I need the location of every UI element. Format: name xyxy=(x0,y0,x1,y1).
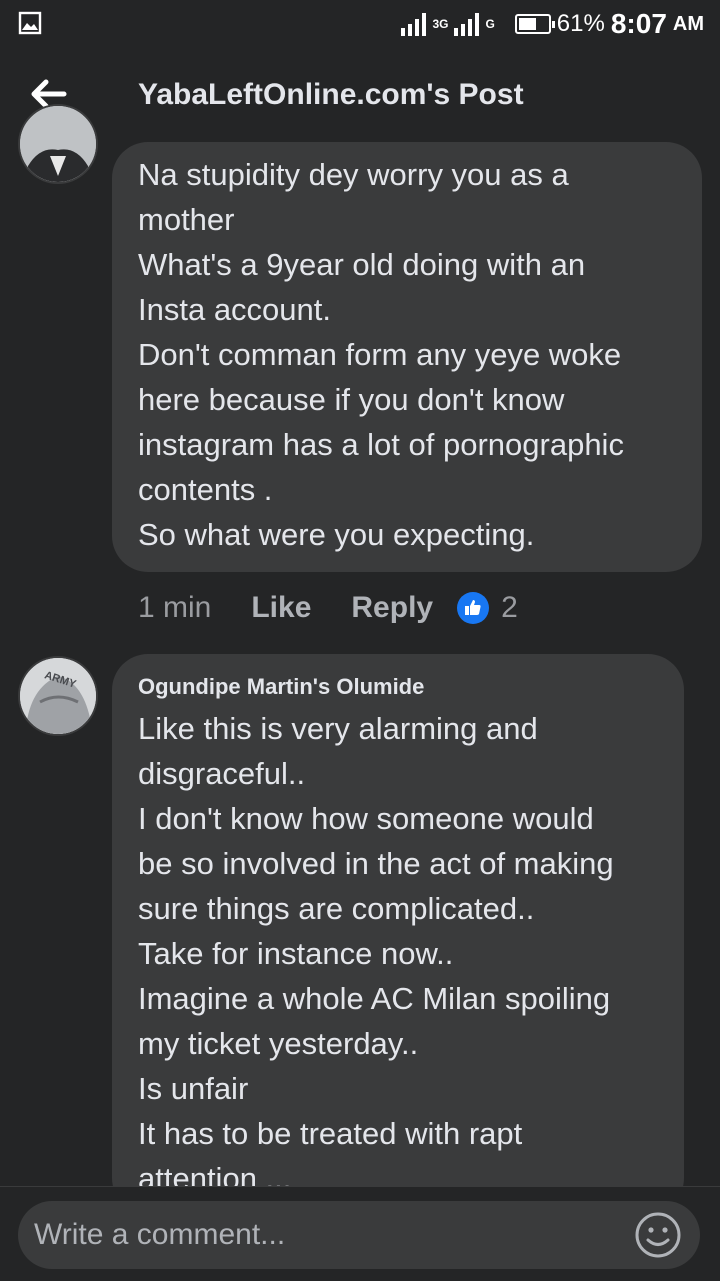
comment-text-line: sure things are complicated.. xyxy=(138,891,535,926)
network-type-label: 3G xyxy=(432,17,449,31)
comment-text-line: here because if you don't know xyxy=(138,382,565,417)
comment-text-line: instagram has a lot of pornographic xyxy=(138,427,624,462)
reaction-count: 2 xyxy=(501,591,518,624)
clock-time: 8:07 xyxy=(610,8,667,39)
comment-text-line: So what were you expecting. xyxy=(138,517,535,552)
comment-bubble[interactable]: Na stupidity dey worry you as a mother W… xyxy=(112,142,702,572)
comment-text-line: contents . xyxy=(138,472,273,507)
signal-icon xyxy=(401,12,427,36)
comment-text-line: Na stupidity dey worry you as a xyxy=(138,157,569,192)
comment-text-line: What's a 9year old doing with an xyxy=(138,247,586,282)
comment-text-line: disgraceful.. xyxy=(138,756,306,791)
reply-button[interactable]: Reply xyxy=(351,591,433,625)
comment-text-line: Imagine a whole AC Milan spoiling xyxy=(138,981,611,1016)
status-bar: 3G G 61% 8:07 AM xyxy=(0,0,720,50)
second-network-label: G xyxy=(485,17,495,31)
comment-text-line: It has to be treated with rapt xyxy=(138,1116,523,1151)
comment-text-line: Like this is very alarming and xyxy=(138,711,538,746)
comment-text-line: be so involved in the act of making xyxy=(138,846,614,881)
thumbs-up-icon[interactable] xyxy=(457,592,490,624)
comment-text-line: Don't comman form any yeye woke xyxy=(138,337,622,372)
comment-timestamp: 1 min xyxy=(138,591,212,624)
comment-text-line: my ticket yesterday.. xyxy=(138,1026,419,1061)
comment-text-line: I don't know how someone would xyxy=(138,801,594,836)
clock-ampm: AM xyxy=(672,12,704,35)
comment-text-line: Insta account. xyxy=(138,292,332,327)
comment-author[interactable]: Ogundipe Martin's Olumide xyxy=(138,672,684,702)
comment-bubble[interactable]: Ogundipe Martin's Olumide Like this is v… xyxy=(112,654,684,1214)
battery-percent: 61% xyxy=(556,10,605,37)
comment-input[interactable]: Write a comment... xyxy=(18,1201,700,1269)
battery-icon xyxy=(514,14,555,34)
signal-icon-2 xyxy=(454,12,480,36)
gallery-notification-icon xyxy=(18,10,42,42)
commenter-avatar[interactable]: ARMY xyxy=(18,656,98,736)
comment-composer: Write a comment... xyxy=(0,1186,720,1281)
comment-text-line: mother xyxy=(138,202,235,237)
comment-text-line: Is unfair xyxy=(138,1071,249,1106)
commenter-avatar[interactable] xyxy=(18,104,98,184)
comment-actions: 1 min Like Reply 2 xyxy=(138,588,518,628)
post-header: YabaLeftOnline.com's Post xyxy=(0,50,720,140)
page-title: YabaLeftOnline.com's Post xyxy=(138,78,524,111)
like-button[interactable]: Like xyxy=(251,591,311,625)
comment-text-line: Take for instance now.. xyxy=(138,936,454,971)
emoji-icon[interactable] xyxy=(634,1211,682,1259)
